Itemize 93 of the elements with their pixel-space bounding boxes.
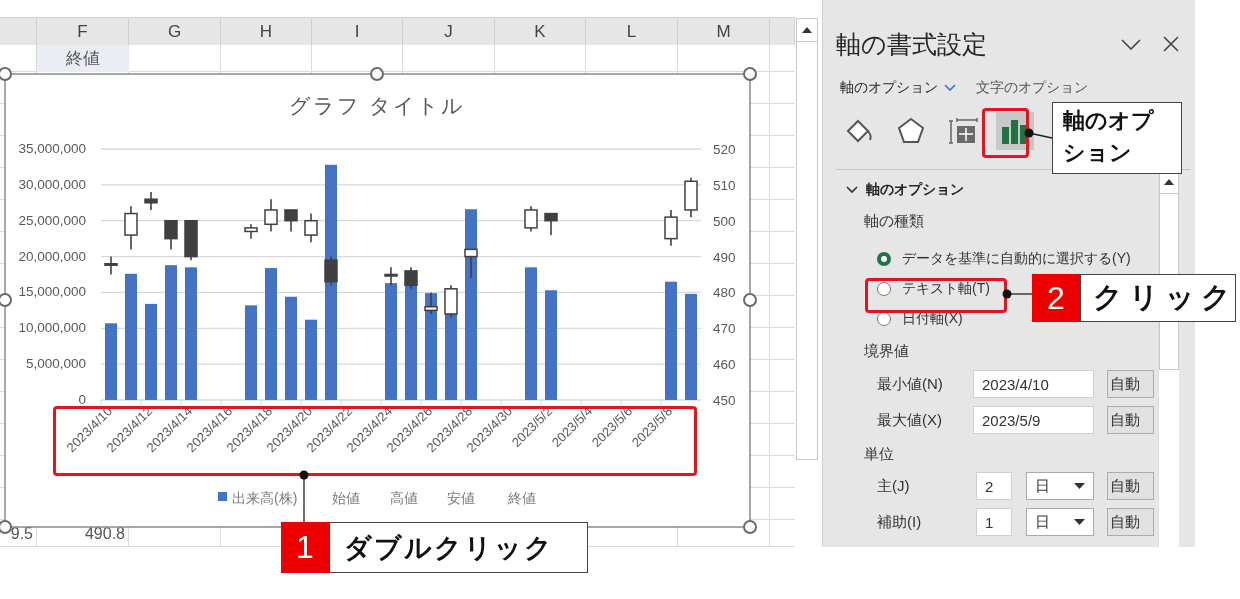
callout-label: クリック bbox=[1080, 274, 1236, 322]
callout-label: 軸のオプション bbox=[1052, 102, 1182, 174]
size-properties-icon bbox=[948, 116, 978, 146]
axis-label: 460 bbox=[713, 357, 736, 373]
candlestick bbox=[424, 291, 438, 315]
column-title-cell: 終値 bbox=[37, 45, 129, 72]
resize-handle[interactable] bbox=[743, 520, 757, 534]
dropdown-chevron-icon[interactable] bbox=[944, 84, 956, 92]
field-label: 最小値(N) bbox=[877, 374, 944, 394]
axis-label: 490 bbox=[713, 249, 736, 265]
group-label: 単位 bbox=[864, 444, 895, 464]
axis-label: 30,000,000 bbox=[18, 176, 86, 192]
input-field[interactable]: 2 bbox=[976, 472, 1012, 500]
candlestick bbox=[664, 209, 678, 247]
axis-label: 10,000,000 bbox=[18, 320, 86, 336]
candlestick bbox=[144, 191, 158, 211]
auto-button[interactable]: 自動 bbox=[1107, 406, 1154, 434]
field-label: 補助(I) bbox=[877, 512, 923, 532]
pentagon-icon bbox=[896, 116, 926, 146]
candlestick bbox=[164, 219, 178, 251]
resize-handle[interactable] bbox=[743, 67, 757, 81]
candlestick bbox=[404, 266, 418, 290]
candlestick bbox=[384, 266, 398, 287]
step-number: 1 bbox=[281, 522, 329, 573]
legend-marker bbox=[218, 492, 227, 501]
legend-label: 高値 bbox=[390, 490, 418, 506]
legend-label: 始値 bbox=[332, 490, 360, 506]
axis-label: 510 bbox=[713, 177, 736, 193]
candlestick bbox=[244, 223, 258, 240]
section-chevron-icon[interactable] bbox=[846, 186, 858, 194]
dropdown-caret-icon bbox=[1074, 519, 1085, 525]
axis-label: 450 bbox=[713, 393, 736, 408]
axis-label: 20,000,000 bbox=[18, 248, 86, 264]
resize-handle[interactable] bbox=[370, 67, 384, 81]
scroll-up-icon[interactable] bbox=[1164, 179, 1174, 185]
axis-label: 15,000,000 bbox=[18, 284, 86, 300]
collapse-chevron-icon[interactable] bbox=[1121, 38, 1141, 50]
candlestick bbox=[684, 176, 698, 218]
candlestick bbox=[184, 219, 198, 261]
step-number: 2 bbox=[1032, 274, 1080, 322]
candlestick bbox=[264, 198, 278, 233]
dropdown-caret-icon bbox=[1074, 483, 1085, 489]
field-label: 最大値(X) bbox=[877, 410, 943, 430]
pane-title: 軸の書式設定 bbox=[836, 28, 988, 60]
auto-button[interactable]: 自動 bbox=[1107, 472, 1154, 500]
axis-label: 35,000,000 bbox=[18, 141, 86, 156]
axis-label: 520 bbox=[713, 142, 736, 157]
group-label: 軸の種類 bbox=[864, 211, 925, 231]
resize-handle[interactable] bbox=[0, 67, 12, 81]
axis-label: 500 bbox=[713, 213, 736, 229]
candlestick bbox=[544, 212, 558, 236]
chart-title: グラフ タイトル bbox=[289, 94, 465, 117]
input-field[interactable]: 2023/4/10 bbox=[973, 370, 1094, 398]
legend-label: 出来高(株) bbox=[232, 490, 298, 506]
candlestick bbox=[124, 205, 138, 251]
radio-option[interactable]: テキスト軸(T) bbox=[877, 274, 990, 304]
input-field[interactable]: 1 bbox=[976, 508, 1012, 536]
radio-button[interactable] bbox=[877, 252, 891, 266]
field-label: 主(J) bbox=[877, 476, 911, 496]
candlestick bbox=[304, 212, 318, 244]
axis-label: 0 bbox=[78, 392, 86, 407]
callout-label: ダブルクリック bbox=[329, 522, 588, 573]
candlestick bbox=[324, 255, 338, 287]
section-title[interactable]: 軸のオプション bbox=[866, 181, 964, 199]
resize-handle[interactable] bbox=[743, 293, 757, 307]
resize-handle[interactable] bbox=[0, 293, 12, 307]
legend-label: 終値 bbox=[508, 490, 536, 506]
scroll-up-icon[interactable] bbox=[802, 27, 812, 33]
options-tab[interactable]: 文字のオプション bbox=[976, 79, 1088, 97]
input-field[interactable]: 2023/5/9 bbox=[973, 406, 1094, 434]
group-label: 境界値 bbox=[864, 341, 910, 361]
axis-label: 5,000,000 bbox=[25, 356, 86, 372]
highlight-frame bbox=[982, 108, 1029, 158]
close-icon[interactable] bbox=[1163, 36, 1179, 52]
radio-button[interactable] bbox=[877, 282, 891, 296]
legend-label: 安値 bbox=[447, 490, 475, 506]
unit-dropdown[interactable]: 日 bbox=[1026, 508, 1094, 536]
auto-button[interactable]: 自動 bbox=[1107, 508, 1154, 536]
candlestick bbox=[464, 248, 478, 279]
table-cell-text: 490.8 bbox=[83, 523, 126, 544]
radio-option[interactable]: データを基準に自動的に選択する(Y) bbox=[877, 244, 1131, 274]
axis-label: 480 bbox=[713, 285, 736, 301]
candlestick bbox=[524, 205, 538, 233]
candlestick bbox=[444, 284, 458, 319]
auto-button[interactable]: 自動 bbox=[1107, 370, 1154, 398]
candlestick bbox=[104, 255, 118, 276]
resize-handle[interactable] bbox=[0, 520, 12, 534]
axis-label: 25,000,000 bbox=[18, 212, 86, 228]
candlestick bbox=[284, 209, 298, 233]
unit-dropdown[interactable]: 日 bbox=[1026, 472, 1094, 500]
axis-label: 470 bbox=[713, 321, 736, 337]
options-tab[interactable]: 軸のオプション bbox=[840, 79, 956, 97]
bar-chart-icon bbox=[1001, 117, 1029, 145]
